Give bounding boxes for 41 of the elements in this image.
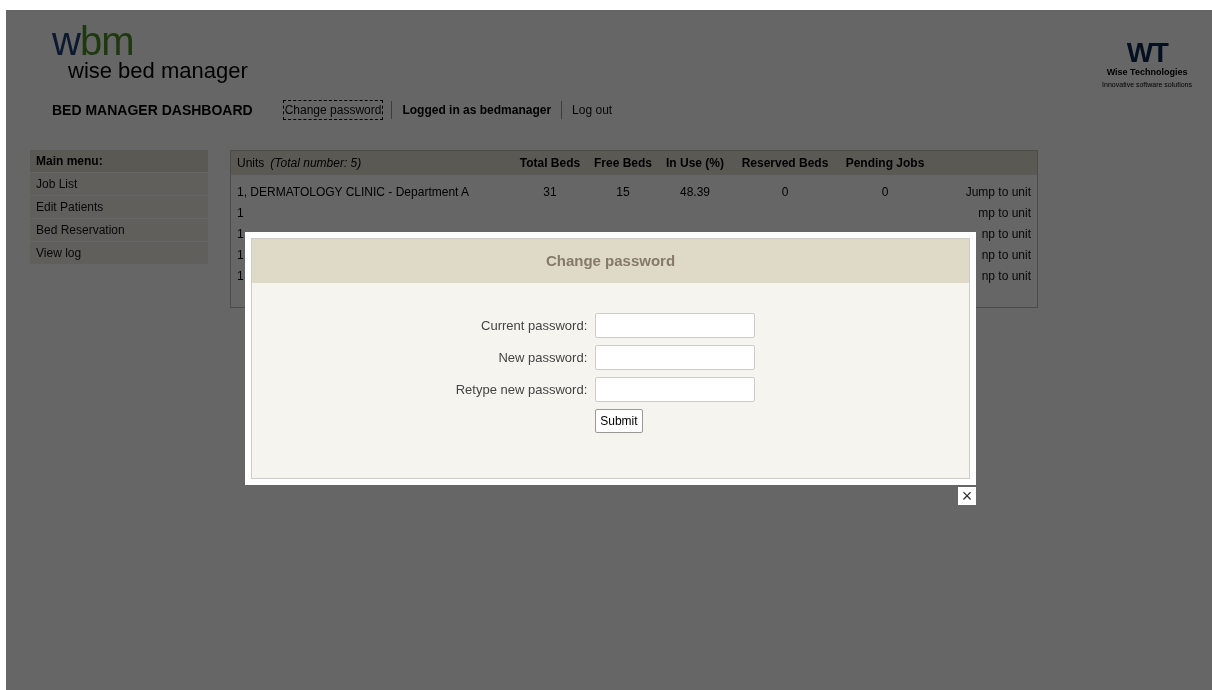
- field-label: Retype new password:: [455, 380, 588, 399]
- menu-item[interactable]: Job List: [30, 173, 208, 195]
- password-field[interactable]: [595, 345, 756, 370]
- header-link[interactable]: Logged in as bedmanager: [400, 100, 554, 120]
- jump-link[interactable]: Jump to unit: [965, 184, 1031, 199]
- jump-link[interactable]: mp to unit: [978, 205, 1031, 220]
- table-cell-text: 1: [237, 267, 245, 285]
- table-cell-text: 1: [237, 225, 245, 243]
- menu-item[interactable]: Edit Patients: [30, 196, 208, 218]
- menu-item[interactable]: View log: [30, 242, 208, 264]
- submit-button[interactable]: Submit: [595, 409, 643, 433]
- table-cell: 31: [543, 184, 557, 199]
- jump-link[interactable]: np to unit: [981, 226, 1031, 241]
- dashboard-title: BED MANAGER DASHBOARD: [52, 100, 253, 120]
- unit-count: (Total number: 5): [270, 155, 362, 172]
- column-header: Pending Jobs: [844, 155, 926, 172]
- jump-link[interactable]: np to unit: [981, 268, 1031, 283]
- field-label: Current password:: [480, 316, 588, 335]
- jump-link[interactable]: np to unit: [981, 247, 1031, 262]
- table-cell-text: 1: [237, 204, 245, 222]
- table-cell: 0: [881, 184, 889, 199]
- header-link[interactable]: Change password: [282, 100, 384, 120]
- password-field[interactable]: [595, 377, 756, 402]
- field-label: New password:: [497, 348, 588, 367]
- password-field[interactable]: [595, 313, 756, 338]
- column-header: Units: [237, 155, 265, 172]
- column-header: Total Beds: [518, 155, 582, 172]
- column-header: Reserved Beds: [740, 155, 830, 172]
- close-button[interactable]: ×: [958, 487, 976, 505]
- menu-item[interactable]: Bed Reservation: [30, 219, 208, 241]
- column-header: In Use (%): [665, 155, 725, 172]
- table-cell-text: 1, DERMATOLOGY CLINIC - Department A: [237, 183, 471, 201]
- modal-title: Change password: [252, 239, 969, 283]
- logo-drawing: wbm wise bed manager: [52, 24, 248, 85]
- table-cell: 48.39: [680, 184, 710, 199]
- table-cell: 0: [781, 184, 789, 199]
- header-link[interactable]: Log out: [570, 100, 615, 120]
- menu-title: Main menu:: [30, 150, 208, 172]
- column-header: Free Beds: [593, 155, 653, 172]
- table-cell: 15: [616, 184, 630, 199]
- table-cell-text: 1: [237, 246, 245, 264]
